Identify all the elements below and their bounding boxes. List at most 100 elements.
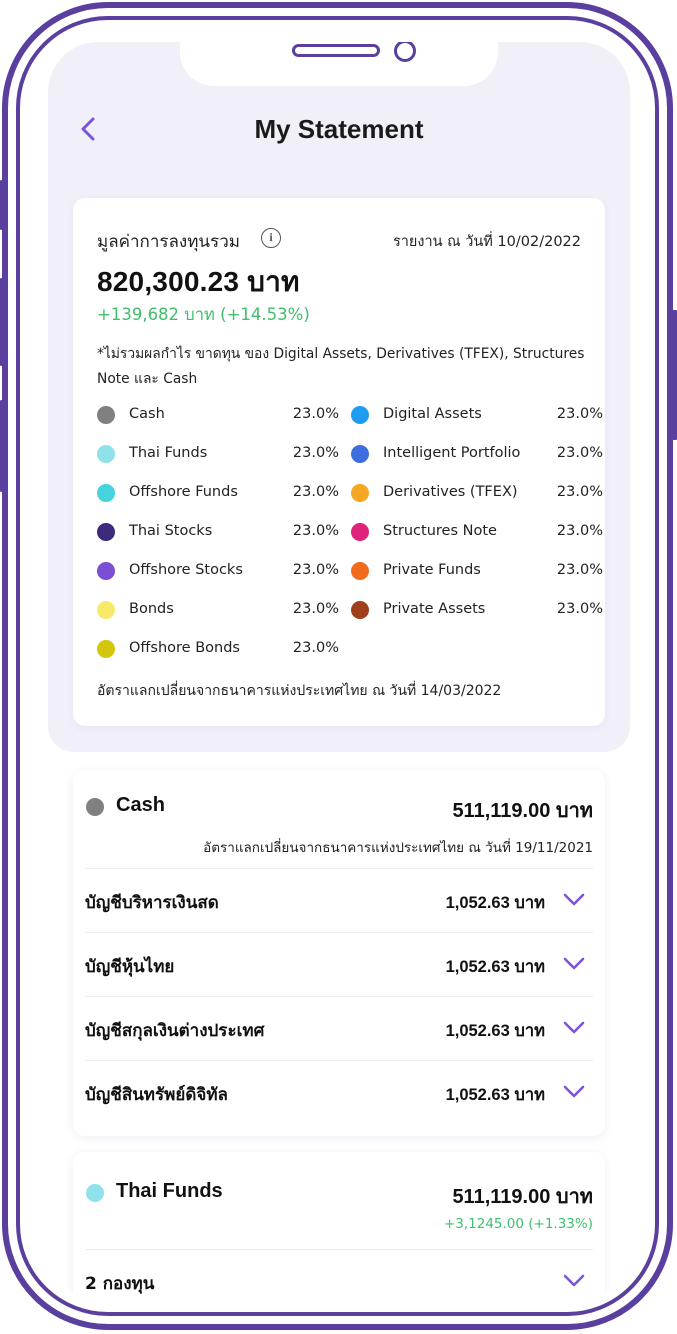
- legend-name: Thai Funds: [129, 445, 208, 461]
- chevron-down-icon[interactable]: [563, 957, 585, 971]
- account-value: 1,052.63 บาท: [445, 1086, 545, 1104]
- legend-name: Offshore Bonds: [129, 640, 240, 656]
- account-row[interactable]: บัญชีบริหารเงินสด 1,052.63 บาท: [85, 868, 593, 932]
- phone-power-button: [670, 310, 677, 440]
- legend-name: Private Funds: [383, 562, 481, 578]
- account-name: บัญชีบริหารเงินสด: [85, 893, 219, 913]
- legend-dot: [351, 523, 369, 541]
- legend-percent: 23.0%: [292, 445, 339, 461]
- legend-item: Private Assets 23.0%: [351, 599, 603, 638]
- total-investment-label: มูลค่าการลงทุนรวม: [97, 232, 240, 252]
- asset-class-value: 511,119.00 บาท: [452, 1186, 593, 1208]
- legend-item: Cash 23.0%: [97, 404, 343, 443]
- speaker-icon: [292, 44, 380, 57]
- legend-dot: [97, 484, 115, 502]
- legend-dot: [97, 523, 115, 541]
- portfolio-summary-card: มูลค่าการลงทุนรวม i รายงาน ณ วันที่ 10/0…: [73, 198, 605, 726]
- legend-dot: [351, 484, 369, 502]
- page-title: My Statement: [254, 114, 424, 144]
- chevron-down-icon[interactable]: [563, 893, 585, 907]
- account-value: 1,052.63 บาท: [445, 894, 545, 912]
- legend-name: Cash: [129, 406, 165, 422]
- legend-item: Derivatives (TFEX) 23.0%: [351, 482, 603, 521]
- legend-dot: [97, 445, 115, 463]
- app-screen: My Statement มูลค่าการลงทุนรวม i รายงาน …: [48, 42, 630, 1300]
- legend-item: Structures Note 23.0%: [351, 521, 603, 560]
- chevron-down-icon[interactable]: [563, 1021, 585, 1035]
- legend-item: Offshore Stocks 23.0%: [97, 560, 343, 599]
- legend-dot: [351, 562, 369, 580]
- legend-dot: [97, 601, 115, 619]
- legend-name: Digital Assets: [383, 406, 482, 422]
- fund-count-label: 2 กองทุน: [85, 1274, 155, 1294]
- cash-fx-note: อัตราแลกเปลี่ยนจากธนาคารแห่งประเทศไทย ณ …: [203, 840, 593, 856]
- legend-item: Offshore Bonds 23.0%: [97, 638, 343, 677]
- legend-dot: [97, 562, 115, 580]
- legend-dot: [97, 406, 115, 424]
- legend-percent: 23.0%: [292, 523, 339, 539]
- chevron-down-icon[interactable]: [563, 1274, 585, 1288]
- fund-count-row[interactable]: 2 กองทุน: [85, 1249, 593, 1300]
- legend-dot: [351, 601, 369, 619]
- legend-percent: 23.0%: [556, 601, 603, 617]
- asset-class-gain: +3,1245.00 (+1.33%): [443, 1216, 593, 1232]
- account-value: 1,052.63 บาท: [445, 958, 545, 976]
- asset-class-name: Cash: [116, 794, 165, 816]
- legend-item: Digital Assets 23.0%: [351, 404, 603, 443]
- asset-class-value: 511,119.00 บาท: [452, 800, 593, 822]
- legend-name: Derivatives (TFEX): [383, 484, 518, 500]
- legend-name: Intelligent Portfolio: [383, 445, 521, 461]
- legend-percent: 23.0%: [292, 640, 339, 656]
- account-name: บัญชีสกุลเงินต่างประเทศ: [85, 1021, 265, 1041]
- account-value: 1,052.63 บาท: [445, 1022, 545, 1040]
- thai-funds-card: Thai Funds 511,119.00 บาท +3,1245.00 (+1…: [73, 1152, 605, 1300]
- phone-volume-down-button: [0, 400, 7, 492]
- legend-column-right: Digital Assets 23.0% Intelligent Portfoli…: [351, 404, 603, 638]
- exclusion-note: *ไม่รวมผลกำไร ขาดทุน ของ Digital Assets,…: [97, 346, 585, 387]
- legend-item: Intelligent Portfolio 23.0%: [351, 443, 603, 482]
- fx-rate-note: อัตราแลกเปลี่ยนจากธนาคารแห่งประเทศไทย ณ …: [97, 683, 502, 699]
- camera-icon: [394, 42, 416, 62]
- report-date: รายงาน ณ วันที่ 10/02/2022: [392, 234, 581, 250]
- account-row[interactable]: บัญชีสินทรัพย์ดิจิทัล 1,052.63 บาท: [85, 1060, 593, 1124]
- account-row[interactable]: บัญชีสกุลเงินต่างประเทศ 1,052.63 บาท: [85, 996, 593, 1060]
- legend-name: Offshore Stocks: [129, 562, 243, 578]
- legend-percent: 23.0%: [292, 562, 339, 578]
- info-icon[interactable]: i: [261, 228, 281, 248]
- legend-percent: 23.0%: [292, 484, 339, 500]
- legend-column-left: Cash 23.0% Thai Funds 23.0% Offshore Funds…: [97, 404, 343, 677]
- legend-item: Thai Funds 23.0%: [97, 443, 343, 482]
- legend-percent: 23.0%: [556, 445, 603, 461]
- legend-item: Private Funds 23.0%: [351, 560, 603, 599]
- cash-card: Cash 511,119.00 บาท อัตราแลกเปลี่ยนจากธน…: [73, 770, 605, 1136]
- chevron-down-icon[interactable]: [563, 1085, 585, 1099]
- legend-item: Thai Stocks 23.0%: [97, 521, 343, 560]
- account-row[interactable]: บัญชีหุ้นไทย 1,052.63 บาท: [85, 932, 593, 996]
- legend-percent: 23.0%: [556, 406, 603, 422]
- legend-percent: 23.0%: [292, 601, 339, 617]
- legend-item: Bonds 23.0%: [97, 599, 343, 638]
- legend-percent: 23.0%: [292, 406, 339, 422]
- phone-volume-up-button: [0, 278, 7, 366]
- legend-name: Structures Note: [383, 523, 497, 539]
- legend-percent: 23.0%: [556, 484, 603, 500]
- legend-name: Offshore Funds: [129, 484, 238, 500]
- legend-dot: [351, 445, 369, 463]
- legend-name: Private Assets: [383, 601, 486, 617]
- account-name: บัญชีสินทรัพย์ดิจิทัล: [85, 1085, 228, 1105]
- phone-notch: [180, 42, 498, 86]
- legend-percent: 23.0%: [556, 523, 603, 539]
- legend-item: Offshore Funds 23.0%: [97, 482, 343, 521]
- legend-name: Bonds: [129, 601, 174, 617]
- account-name: บัญชีหุ้นไทย: [85, 957, 175, 977]
- legend-name: Thai Stocks: [129, 523, 213, 539]
- phone-side-button: [0, 180, 7, 230]
- cash-dot: [86, 798, 104, 816]
- legend-dot: [351, 406, 369, 424]
- legend-dot: [97, 640, 115, 658]
- asset-class-name: Thai Funds: [116, 1180, 223, 1202]
- legend-percent: 23.0%: [556, 562, 603, 578]
- total-investment-value: 820,300.23 บาท: [97, 266, 300, 297]
- thai-funds-dot: [86, 1184, 104, 1202]
- total-gain: +139,682 บาท (+14.53%): [97, 305, 310, 324]
